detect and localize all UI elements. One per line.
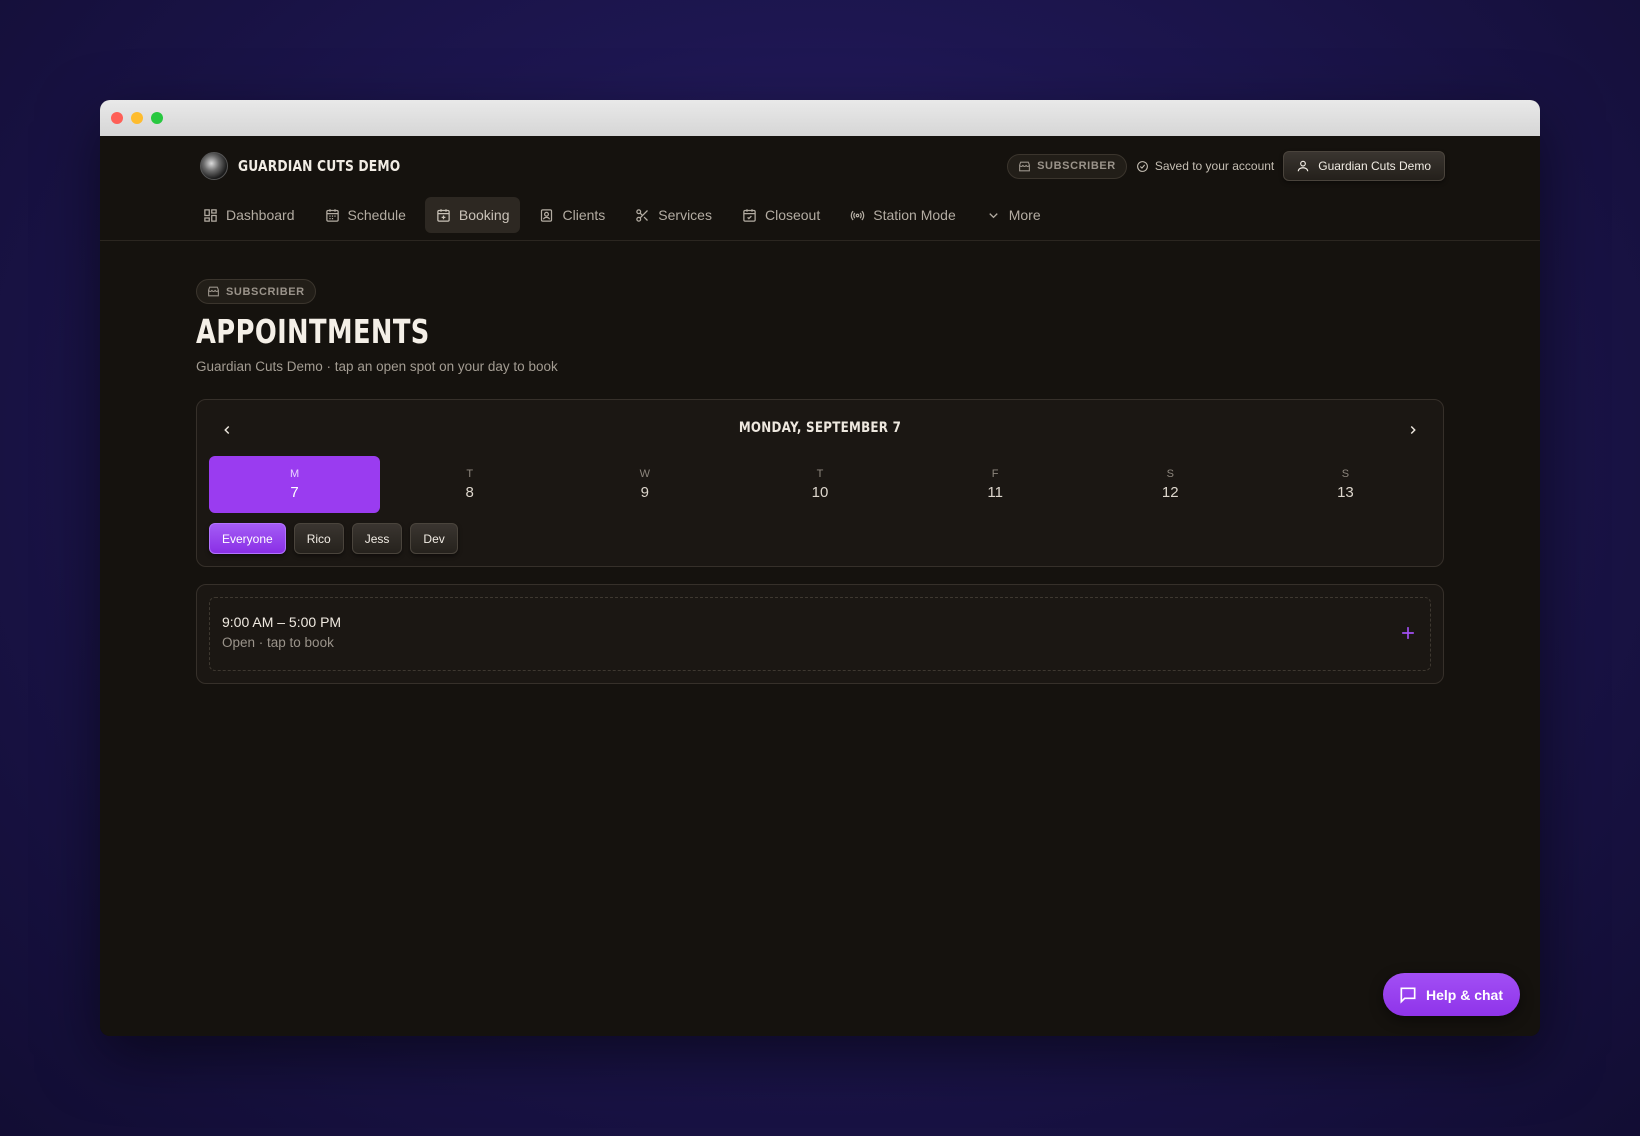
nav-item-schedule[interactable]: Schedule [314, 197, 417, 233]
plus-icon [1402, 627, 1414, 639]
day-letter: S [1341, 468, 1350, 480]
next-day-button[interactable] [1403, 420, 1423, 440]
nav-item-clients[interactable]: Clients [528, 197, 616, 233]
contact-card-icon [539, 208, 554, 223]
user-icon [1296, 159, 1310, 173]
nav-item-label: Schedule [347, 207, 406, 223]
day-letter: T [816, 468, 824, 480]
add-booking-button[interactable] [1398, 623, 1418, 643]
plan-badge-label: SUBSCRIBER [1037, 160, 1116, 172]
nav-item-label: Services [658, 207, 712, 223]
selected-date-label: MONDAY, SEPTEMBER 7 [738, 420, 902, 436]
day-number: 8 [465, 484, 474, 501]
nav-item-label: Clients [562, 207, 606, 223]
chevron-right-icon [1410, 425, 1416, 435]
day-letter: S [1166, 468, 1174, 480]
nav-item-services[interactable]: Services [624, 197, 723, 233]
slots-card: 9:00 AM – 5:00 PM Open · tap to book [196, 584, 1444, 684]
day-number: 9 [640, 484, 650, 501]
nav-item-label: Booking [458, 207, 510, 223]
day-button-fri[interactable]: F 11 [910, 456, 1081, 513]
calendar-icon [325, 208, 340, 223]
brand[interactable]: GUARDIAN CUTS DEMO [200, 152, 436, 180]
staff-chip-jess[interactable]: Jess [351, 523, 403, 554]
window-maximize-button[interactable] [151, 112, 163, 124]
slot-status: Open · tap to book [222, 635, 334, 650]
previous-day-button[interactable] [217, 420, 237, 440]
open-slot[interactable]: 9:00 AM – 5:00 PM Open · tap to book [209, 597, 1431, 671]
day-button-tue[interactable]: T 8 [384, 456, 555, 513]
day-number: 12 [1161, 484, 1179, 501]
day-number: 10 [811, 484, 829, 501]
calendar-check-icon [742, 208, 757, 223]
plan-badge: SUBSCRIBER [1007, 153, 1127, 179]
page-subtitle: Guardian Cuts Demo · tap an open spot on… [196, 359, 558, 374]
nav-item-more[interactable]: More [975, 197, 1052, 233]
check-circle-icon [1136, 160, 1149, 173]
window-close-button[interactable] [111, 112, 123, 124]
app-window: GUARDIAN CUTS DEMO SUBSCRIBER Saved to y… [100, 100, 1540, 1036]
nav-item-station-mode[interactable]: Station Mode [839, 197, 967, 233]
top-bar: GUARDIAN CUTS DEMO SUBSCRIBER Saved to y… [100, 136, 1540, 241]
week-day-strip: M 7 T 8 W 9 T 10 F 11 S 12 S 13 [209, 456, 1431, 513]
day-button-sun[interactable]: S 13 [1260, 456, 1431, 513]
nav-item-dashboard[interactable]: Dashboard [192, 197, 306, 233]
day-button-thu[interactable]: T 10 [734, 456, 905, 513]
save-status: Saved to your account [1136, 159, 1274, 173]
nav-item-booking[interactable]: Booking [424, 197, 521, 233]
app-content: GUARDIAN CUTS DEMO SUBSCRIBER Saved to y… [100, 136, 1540, 1036]
day-button-wed[interactable]: W 9 [559, 456, 730, 513]
window-titlebar [100, 100, 1540, 136]
main-nav: Dashboard Schedule Booking Clients Servi… [192, 197, 1052, 233]
help-chat-button[interactable]: Help & chat [1382, 973, 1520, 1016]
nav-item-label: Closeout [764, 207, 821, 223]
day-number: 7 [290, 484, 299, 501]
chat-bubble-icon [1398, 985, 1418, 1005]
account-button[interactable]: Guardian Cuts Demo [1283, 151, 1445, 181]
staff-chip-dev[interactable]: Dev [410, 523, 458, 554]
broadcast-icon [850, 208, 865, 223]
window-minimize-button[interactable] [131, 112, 143, 124]
day-button-mon[interactable]: M 7 [209, 456, 381, 513]
day-number: 11 [987, 484, 1003, 501]
day-button-sat[interactable]: S 12 [1085, 456, 1256, 513]
staff-filter: Everyone Rico Jess Dev [209, 523, 458, 554]
day-letter: W [639, 468, 651, 480]
dashboard-grid-icon [203, 208, 218, 223]
nav-item-label: Dashboard [226, 207, 295, 223]
staff-chip-rico[interactable]: Rico [293, 523, 344, 554]
page-badge-label: SUBSCRIBER [226, 285, 305, 298]
nav-item-label: More [1008, 207, 1041, 223]
staff-chip-everyone[interactable]: Everyone [209, 523, 286, 554]
date-picker-card: MONDAY, SEPTEMBER 7 M 7 T 8 W 9 T 10 F 1… [196, 399, 1444, 567]
calendar-plus-icon [436, 208, 451, 223]
storefront-icon [1018, 160, 1031, 173]
help-chat-label: Help & chat [1425, 986, 1503, 1003]
header-actions: SUBSCRIBER Saved to your account Guardia… [1007, 151, 1445, 181]
day-letter: M [289, 468, 300, 480]
date-picker-header: MONDAY, SEPTEMBER 7 [197, 420, 1443, 440]
day-letter: T [466, 468, 474, 480]
main-content: SUBSCRIBER APPOINTMENTS Guardian Cuts De… [196, 279, 1444, 684]
storefront-icon [207, 285, 220, 298]
account-button-label: Guardian Cuts Demo [1318, 159, 1431, 173]
nav-item-closeout[interactable]: Closeout [731, 197, 831, 233]
page-badge: SUBSCRIBER [196, 279, 316, 304]
day-letter: F [991, 468, 999, 480]
page-title: APPOINTMENTS [196, 312, 430, 351]
nav-item-label: Station Mode [873, 207, 956, 223]
brand-logo [200, 152, 228, 180]
chevron-down-icon [986, 208, 1001, 223]
day-number: 13 [1337, 484, 1354, 501]
scissors-icon [635, 208, 650, 223]
slot-time: 9:00 AM – 5:00 PM [222, 614, 342, 630]
brand-name: GUARDIAN CUTS DEMO [238, 157, 401, 175]
chevron-left-icon [224, 425, 230, 435]
save-status-label: Saved to your account [1154, 159, 1275, 173]
